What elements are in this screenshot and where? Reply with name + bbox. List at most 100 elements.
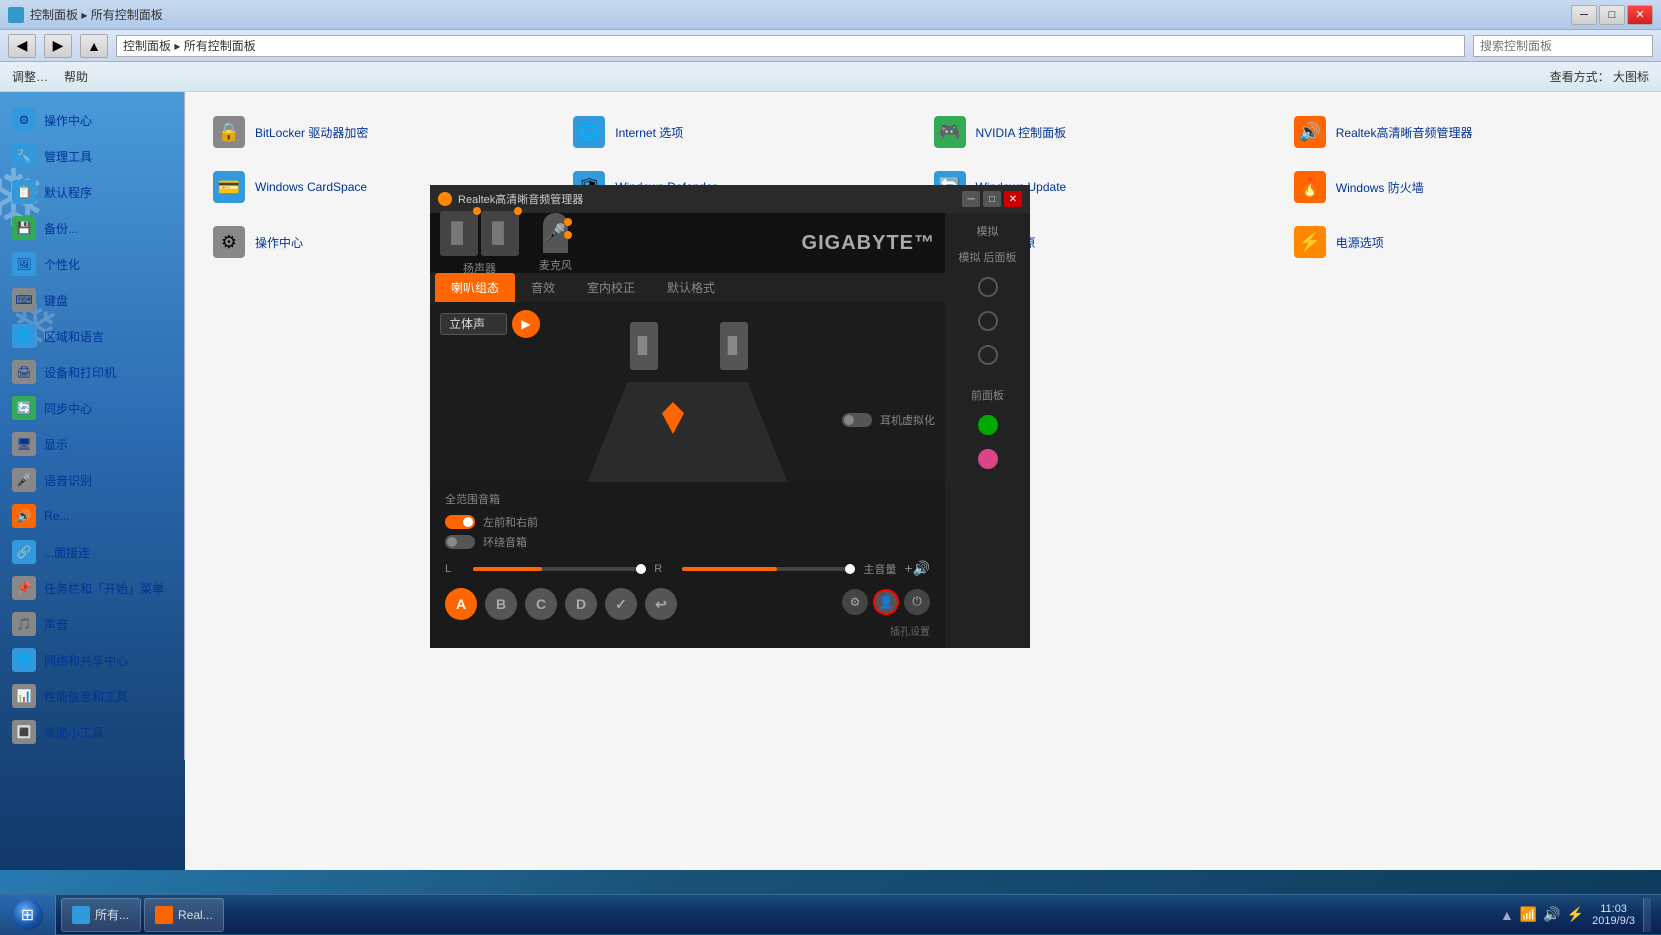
sidebar-item-gadget[interactable]: 🔳 卓面小工具 — [0, 714, 184, 750]
tab-room-correction[interactable]: 室内校正 — [571, 273, 651, 302]
cp-item-bitlocker[interactable]: 🔒 BitLocker 驱动器加密 — [205, 107, 560, 157]
cp-item-nvidia[interactable]: 🎮 NVIDIA 控制面板 — [926, 107, 1281, 157]
sidebar-item-voice[interactable]: 🎤 语音识别 — [0, 462, 184, 498]
action-settings-btn[interactable]: ⚙ — [842, 589, 868, 615]
toolbar-right: 查看方式： 大图标 — [1550, 68, 1649, 85]
diagram-speaker-left: ▊ — [630, 322, 658, 370]
toggle-ambient[interactable] — [445, 535, 475, 549]
show-desktop-button[interactable] — [1643, 898, 1651, 932]
forward-button[interactable]: ▶ — [44, 34, 72, 58]
vol-slider-l[interactable] — [473, 567, 646, 571]
sidebar-icon-voice: 🎤 — [12, 468, 36, 492]
sidebar-item-1[interactable]: 🔧 管理工具 — [0, 138, 184, 174]
profile-btn-check[interactable]: ✓ — [605, 588, 637, 620]
sidebar-item-0[interactable]: ⚙ 操作中心 — [0, 102, 184, 138]
profile-btn-a[interactable]: A — [445, 588, 477, 620]
headphone-label: 耳机虚拟化 — [880, 412, 935, 428]
realtek-close-button[interactable]: ✕ — [1004, 191, 1022, 207]
sidebar-icon-sync: 🔄 — [12, 396, 36, 420]
speaker-icon-right: ▊ — [481, 211, 519, 256]
vol-label-r: R — [654, 563, 674, 575]
address-input[interactable] — [116, 35, 1465, 57]
sidebar-item-sync[interactable]: 🔄 同步中心 — [0, 390, 184, 426]
stereo-dropdown[interactable]: 立体声 — [440, 313, 507, 335]
sidebar-container: ❄ ❄ ⚙ 操作中心 🔧 管理工具 📋 默认程序 💾 备份... — [0, 92, 185, 870]
taskbar-item-explorer[interactable]: 所有... — [61, 898, 141, 932]
sidebar-item-network[interactable]: 🌐 网络和共享中心 — [0, 642, 184, 678]
play-button[interactable]: ▶ — [512, 310, 540, 338]
cp-label-bitlocker: BitLocker 驱动器加密 — [255, 124, 368, 141]
help-label: 帮助 — [64, 68, 88, 85]
sidebar-label-display: 显示 — [44, 436, 68, 453]
sidebar-label-network: 网络和共享中心 — [44, 652, 128, 669]
realtek-minimize-button[interactable]: ─ — [962, 191, 980, 207]
sidebar-item-keyboard[interactable]: ⌨ 键盘 — [0, 282, 184, 318]
sidebar-icon-region: 🌐 — [12, 324, 36, 348]
realtek-title-buttons: ─ □ ✕ — [962, 191, 1022, 207]
realtek-tabs: 喇叭组态 音效 室内校正 默认格式 — [430, 273, 945, 302]
sidebar-item-taskbar[interactable]: 📌 任务栏和「开始」菜单 — [0, 570, 184, 606]
sidebar: ⚙ 操作中心 🔧 管理工具 📋 默认程序 💾 备份... 🖼 个性化 — [0, 92, 185, 760]
sidebar-label-perf: 性能信息和工具 — [44, 688, 128, 705]
start-button[interactable]: ⊞ — [0, 895, 56, 935]
toggle-leftright[interactable] — [445, 515, 475, 529]
taskbar-right: ▲ 📶 🔊 ⚡ 11:03 2019/9/3 — [1490, 895, 1661, 934]
gigabyte-text: GIGABYTE — [802, 232, 914, 254]
tray-icon-volume[interactable]: 🔊 — [1543, 906, 1560, 923]
taskbar-item-realtek[interactable]: Real... — [144, 898, 224, 932]
mic-wrapper: 🎤 — [543, 213, 568, 253]
back-button[interactable]: ◀ — [8, 34, 36, 58]
close-button[interactable]: ✕ — [1627, 5, 1653, 25]
realtek-maximize-button[interactable]: □ — [983, 191, 1001, 207]
mic-label: 麦克风 — [539, 257, 572, 273]
profile-btn-reset[interactable]: ↩ — [645, 588, 677, 620]
action-person-btn[interactable]: 👤 — [873, 589, 899, 615]
start-orb: ⊞ — [13, 900, 43, 930]
realtek-bottom-controls: 全范围音箱 左前和右前 环绕音箱 L R — [430, 482, 945, 648]
clock[interactable]: 11:03 2019/9/3 — [1592, 903, 1635, 927]
sidebar-icon-backup: 💾 — [12, 216, 36, 240]
headphone-toggle[interactable] — [842, 413, 872, 427]
sidebar-item-region[interactable]: 🌐 区域和语言 — [0, 318, 184, 354]
sidebar-item-backup[interactable]: 💾 备份... — [0, 210, 184, 246]
profile-btn-d[interactable]: D — [565, 588, 597, 620]
cp-item-power[interactable]: ⚡ 电源选项 — [1286, 217, 1641, 267]
profile-row: A B C D ✓ ↩ ⚙ 👤 ⏻ — [445, 583, 930, 620]
minimize-button[interactable]: ─ — [1571, 5, 1597, 25]
tab-speaker-config[interactable]: 喇叭组态 — [435, 273, 515, 302]
view-current[interactable]: 大图标 — [1613, 70, 1649, 84]
cp-icon-firewall: 🔥 — [1294, 171, 1326, 203]
tab-default-format[interactable]: 默认格式 — [651, 273, 731, 302]
profile-btn-c[interactable]: C — [525, 588, 557, 620]
panel-circle-2[interactable] — [978, 311, 998, 331]
sidebar-item-display[interactable]: 🖥 显示 — [0, 426, 184, 462]
cp-item-realtek[interactable]: 🔊 Realtek高清晰音频管理器 — [1286, 107, 1641, 157]
up-button[interactable]: ▲ — [80, 34, 108, 58]
sidebar-item-re[interactable]: 🔊 Re... — [0, 498, 184, 534]
sidebar-item-perf[interactable]: 📊 性能信息和工具 — [0, 678, 184, 714]
search-input[interactable] — [1473, 35, 1653, 57]
tray-icon-expand[interactable]: ▲ — [1500, 907, 1514, 923]
sidebar-item-personalize[interactable]: 🖼 个性化 — [0, 246, 184, 282]
toggle-row-leftright: 左前和右前 — [445, 514, 930, 530]
panel-circle-3[interactable] — [978, 345, 998, 365]
profile-btn-b[interactable]: B — [485, 588, 517, 620]
action-power-btn[interactable]: ⏻ — [904, 589, 930, 615]
speaker-icon-left: ▊ — [440, 211, 478, 256]
sidebar-item-sound[interactable]: 🎵 声音 — [0, 606, 184, 642]
maximize-button[interactable]: □ — [1599, 5, 1625, 25]
realtek-header: ▊ ▊ 扬声器 🎤 — [430, 213, 945, 273]
sidebar-item-2[interactable]: 📋 默认程序 — [0, 174, 184, 210]
panel-circle-pink[interactable] — [978, 449, 998, 469]
sidebar-item-connect[interactable]: 🔗 ...面接连 — [0, 534, 184, 570]
cp-item-internet[interactable]: 🌐 Internet 选项 — [565, 107, 920, 157]
cp-item-firewall[interactable]: 🔥 Windows 防火墙 — [1286, 162, 1641, 212]
tab-effects[interactable]: 音效 — [515, 273, 571, 302]
vol-slider-r[interactable] — [682, 567, 855, 571]
tray-icon-network[interactable]: 📶 — [1520, 906, 1537, 923]
vol-fill-l — [473, 567, 542, 571]
panel-circle-green[interactable] — [978, 415, 998, 435]
tray-icon-battery[interactable]: ⚡ — [1567, 906, 1584, 923]
panel-circle-1[interactable] — [978, 277, 998, 297]
sidebar-item-devices[interactable]: 🖨 设备和打印机 — [0, 354, 184, 390]
